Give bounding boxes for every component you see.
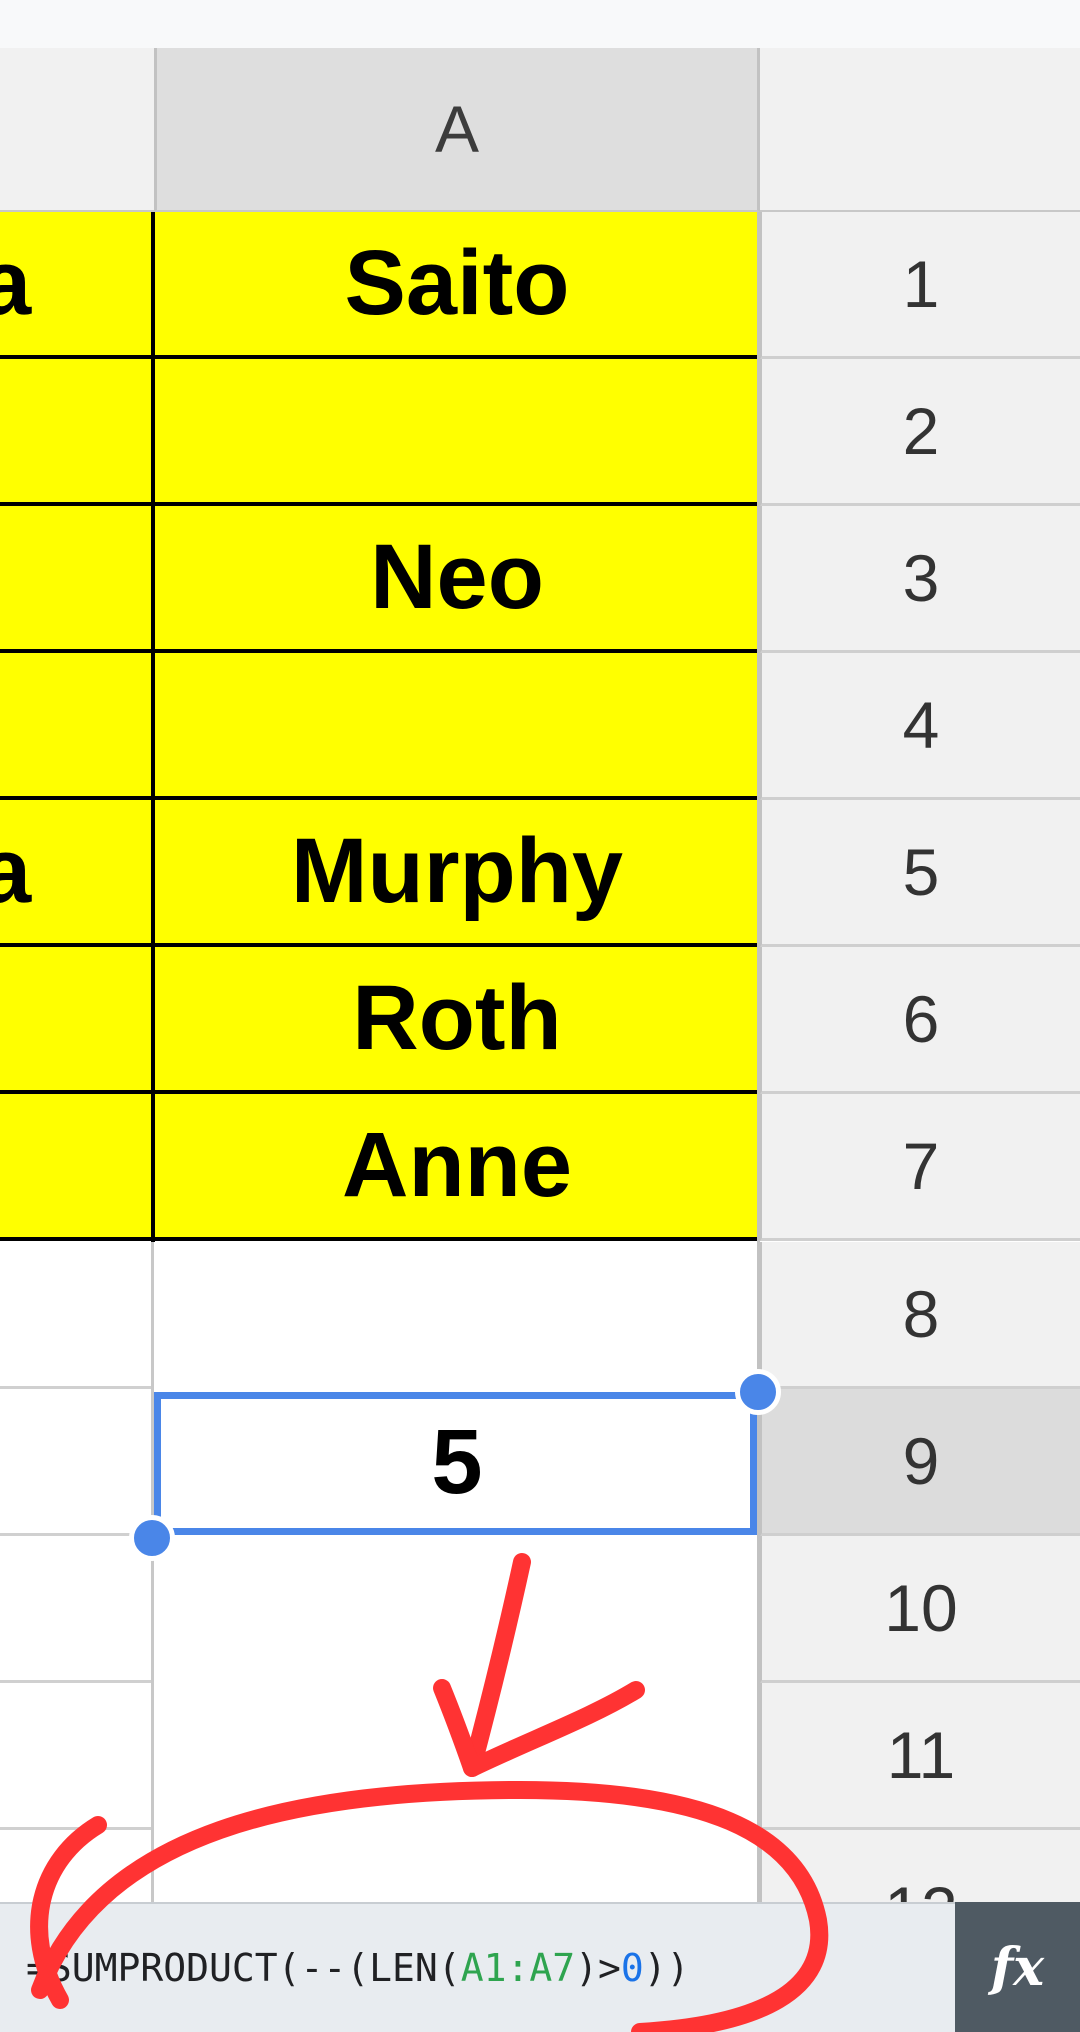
cell-a8[interactable] (154, 1242, 760, 1389)
cell-left-4[interactable] (0, 653, 154, 800)
cell-left-10[interactable] (0, 1536, 154, 1683)
selection-handle-bottom[interactable] (129, 1515, 175, 1561)
row-header-12[interactable]: 12 (760, 1830, 1080, 1902)
cell-left-1-text: a (0, 231, 31, 336)
formula-suffix: )) (643, 1946, 690, 1990)
column-header-filler (760, 48, 1080, 212)
column-header-a[interactable]: A (154, 48, 760, 212)
cell-left-2[interactable] (0, 359, 154, 506)
column-divider (151, 1242, 154, 1902)
formula-prefix: =SUMPRODUCT(--(LEN( (26, 1946, 461, 1990)
cell-a6[interactable]: Roth (154, 947, 760, 1094)
row-header-10[interactable]: 10 (760, 1536, 1080, 1683)
cell-a2[interactable] (154, 359, 760, 506)
row-header-11[interactable]: 11 (760, 1683, 1080, 1830)
cell-a1[interactable]: Saito (154, 212, 760, 359)
row-header-7[interactable]: 7 (760, 1094, 1080, 1241)
cell-left-5[interactable]: a (0, 800, 154, 947)
cell-a4[interactable] (154, 653, 760, 800)
formula-range-ref: A1:A7 (460, 1946, 576, 1990)
row-header-9[interactable]: 9 (760, 1389, 1080, 1536)
cell-left-5-text: a (0, 819, 31, 924)
cell-left-11[interactable] (0, 1683, 154, 1830)
formula-number: 0 (620, 1946, 644, 1990)
cell-a3[interactable]: Neo (154, 506, 760, 653)
cell-left-7[interactable] (0, 1094, 154, 1241)
cell-left-1[interactable]: a (0, 212, 154, 359)
row-header-6[interactable]: 6 (760, 947, 1080, 1094)
selection-handle-top[interactable] (735, 1369, 781, 1415)
column-divider (757, 212, 760, 1902)
formula-operator: )> (575, 1946, 621, 1990)
grid-corner[interactable] (0, 48, 154, 212)
row-header-2[interactable]: 2 (760, 359, 1080, 506)
row-header-3[interactable]: 3 (760, 506, 1080, 653)
cell-a5[interactable]: Murphy (154, 800, 760, 947)
cell-a11[interactable] (154, 1683, 760, 1830)
row-header-5[interactable]: 5 (760, 800, 1080, 947)
cell-left-3[interactable] (0, 506, 154, 653)
row-header-1[interactable]: 1 (760, 212, 1080, 359)
cell-a10[interactable] (154, 1536, 760, 1683)
cell-a7[interactable]: Anne (154, 1094, 760, 1241)
cell-left-6[interactable] (0, 947, 154, 1094)
formula-bar[interactable]: =SUMPRODUCT(--(LEN(A1:A7)> 0)) (0, 1902, 955, 2032)
row-header-4[interactable]: 4 (760, 653, 1080, 800)
top-strip (0, 0, 1080, 48)
column-divider (151, 212, 155, 1242)
function-icon[interactable]: fx (955, 1902, 1080, 2032)
cell-left-8[interactable] (0, 1242, 154, 1389)
selected-cell-outline[interactable] (154, 1392, 757, 1535)
row-header-8[interactable]: 8 (760, 1242, 1080, 1389)
cell-left-9[interactable] (0, 1389, 154, 1536)
